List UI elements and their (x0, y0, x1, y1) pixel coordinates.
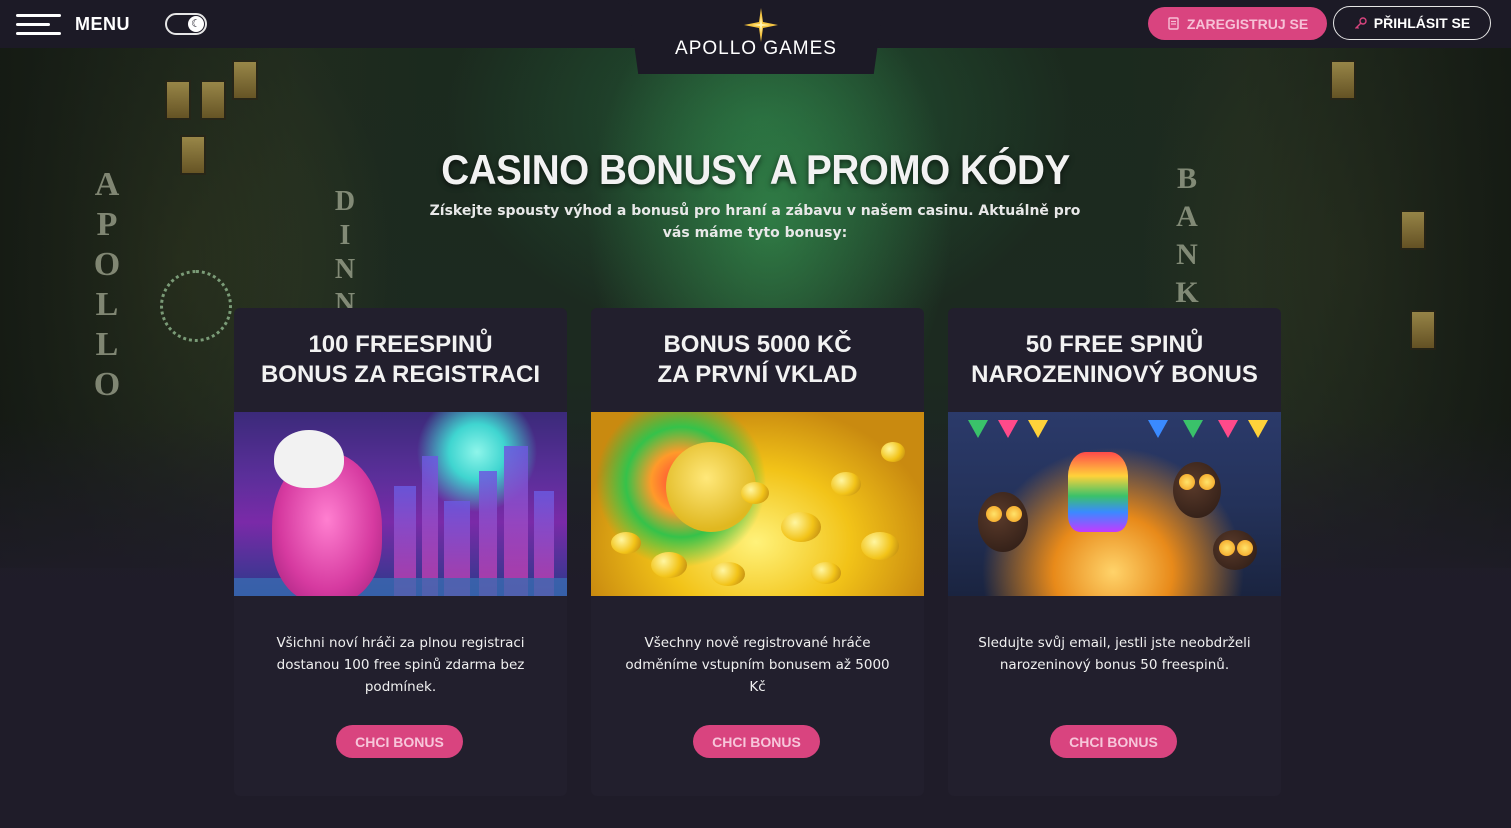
login-label: PŘIHLÁSIT SE (1373, 15, 1471, 31)
page: APOLLO DINN BANK MENU ☾ APOLLO GAMES ZAR… (0, 0, 1511, 828)
claim-bonus-button[interactable]: CHCI BONUS (336, 725, 463, 758)
building-window (200, 80, 226, 120)
page-subtitle: Získejte spousty výhod a bonusů pro hran… (429, 203, 1081, 241)
register-button[interactable]: ZAREGISTRUJ SE (1148, 7, 1327, 40)
bonus-card-first-deposit: BONUS 5000 KČ ZA PRVNÍ VKLAD Všechny nov… (591, 308, 924, 796)
menu-label: MENU (75, 13, 130, 34)
card-image-neon-cat (234, 412, 567, 596)
card-image-gold-coins (591, 412, 924, 596)
building-window (232, 60, 258, 100)
card-title-line: BONUS 5000 KČ (663, 331, 852, 358)
menu-button[interactable]: MENU (16, 10, 130, 38)
register-label: ZAREGISTRUJ SE (1186, 15, 1309, 32)
bonus-card-birthday: 50 FREE SPINŮ NAROZENINOVÝ BONUS Sledujt… (948, 308, 1281, 796)
card-description: Všichni noví hráči za plnou registraci d… (276, 635, 525, 695)
card-title-line: 50 FREE SPINŮ (1025, 331, 1204, 358)
building-window (1400, 210, 1426, 250)
document-icon (1168, 17, 1179, 30)
logo-text[interactable]: APOLLO GAMES (628, 38, 884, 60)
claim-bonus-button[interactable]: CHCI BONUS (1050, 725, 1177, 758)
page-title: CASINO BONUSY A PROMO KÓDY (441, 146, 1070, 193)
card-description: Všechny nově registrované hráče odměníme… (625, 635, 890, 695)
card-description: Sledujte svůj email, jestli jste neobdrž… (978, 635, 1251, 673)
card-title-line: BONUS ZA REGISTRACI (260, 361, 541, 388)
card-title: BONUS 5000 KČ ZA PRVNÍ VKLAD (591, 308, 924, 412)
card-image-pinata-party (948, 412, 1281, 596)
apollo-vertical-sign: APOLLO (93, 166, 121, 403)
key-icon (1354, 16, 1367, 29)
bonus-card-registration: 100 FREESPINŮ BONUS ZA REGISTRACI Všichn… (234, 308, 567, 796)
moon-icon: ☾ (188, 16, 204, 32)
building-window (1410, 310, 1436, 350)
card-title-line: 100 FREESPINŮ (308, 331, 493, 358)
building-window (165, 80, 191, 120)
login-button[interactable]: PŘIHLÁSIT SE (1333, 6, 1491, 40)
card-title: 100 FREESPINŮ BONUS ZA REGISTRACI (234, 308, 567, 412)
building-window (1330, 60, 1356, 100)
star-icon (744, 8, 778, 42)
claim-bonus-button[interactable]: CHCI BONUS (693, 725, 820, 758)
card-title-line: NAROZENINOVÝ BONUS (971, 361, 1258, 388)
theme-toggle[interactable]: ☾ (165, 13, 207, 35)
neon-ring-sign (160, 270, 232, 342)
card-title: 50 FREE SPINŮ NAROZENINOVÝ BONUS (948, 308, 1281, 412)
dinner-vertical-sign: DINN (334, 186, 356, 319)
card-title-line: ZA PRVNÍ VKLAD (657, 361, 858, 388)
hamburger-icon (16, 12, 61, 36)
